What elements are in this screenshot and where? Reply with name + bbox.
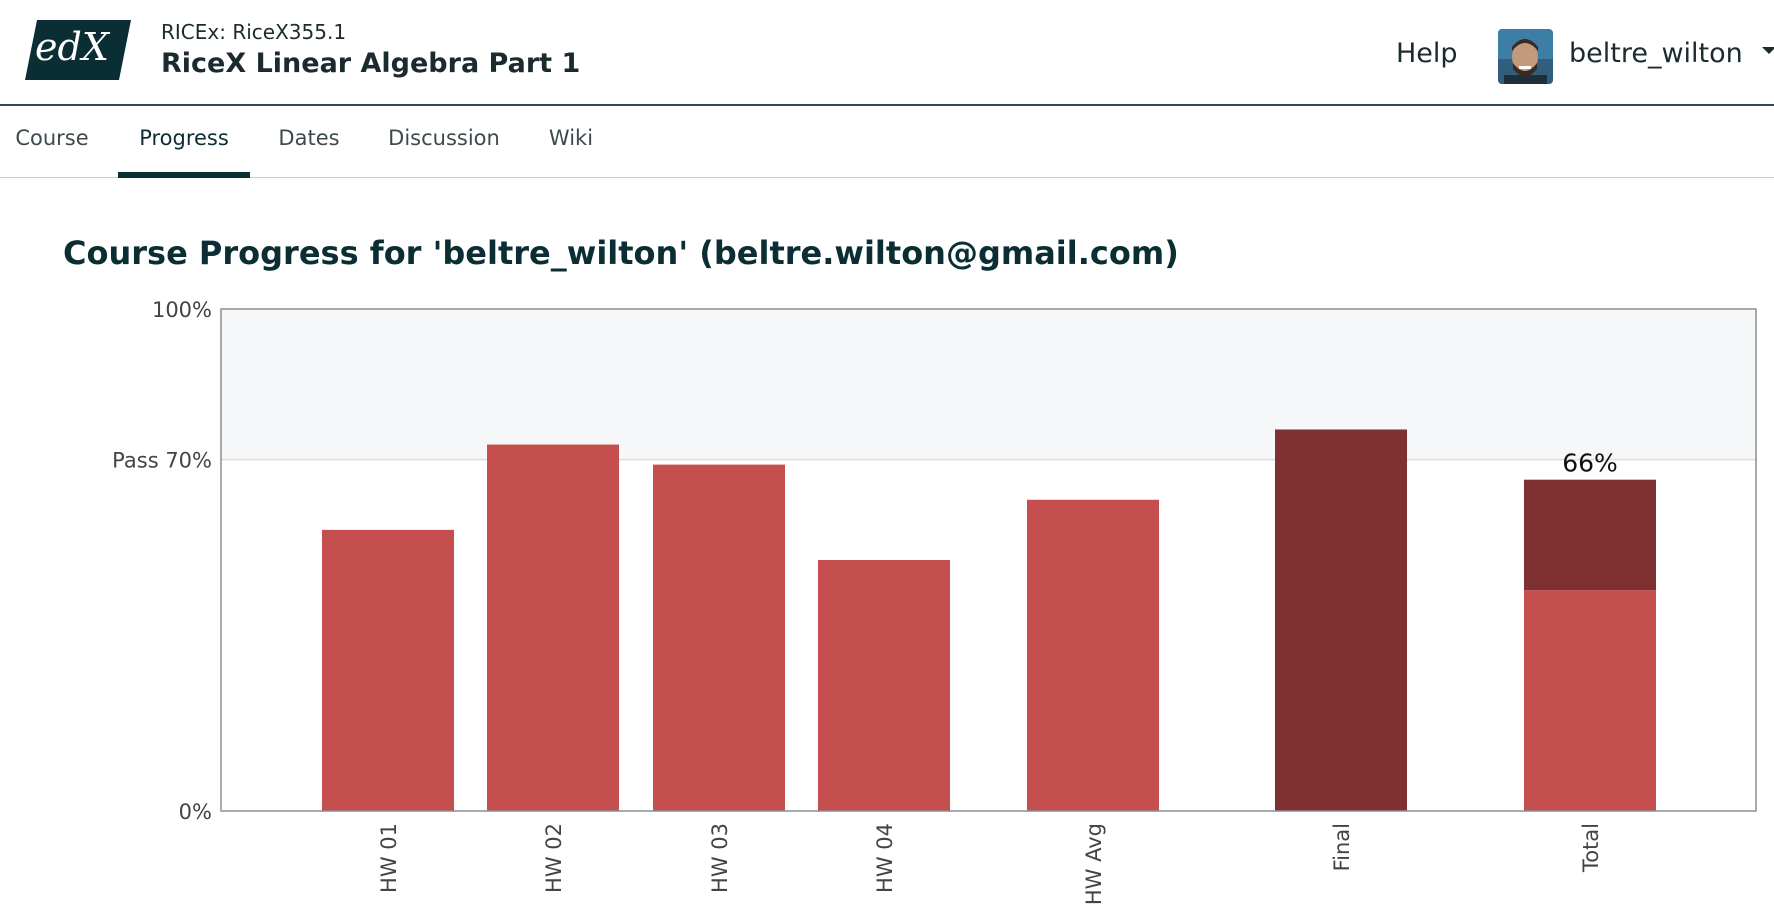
tab-course[interactable]: Course [0,106,104,178]
help-link[interactable]: Help [1396,38,1458,69]
edx-logo[interactable]: edX [25,20,131,80]
y-tick-label: Pass 70% [112,449,212,473]
chevron-down-icon[interactable] [1762,47,1774,54]
course-title: RiceX Linear Algebra Part 1 [161,48,581,79]
course-tabs: Course Progress Dates Discussion Wiki [0,106,1774,178]
tab-dates[interactable]: Dates [266,106,352,178]
avatar[interactable] [1498,29,1553,84]
x-tick-label-final: Final [1330,823,1354,871]
site-header: edX RICEx: RiceX355.1 RiceX Linear Algeb… [0,0,1774,106]
x-tick-label-hw-03: HW 03 [708,823,732,893]
x-tick-label-hw-avg: HW Avg [1082,823,1106,905]
bar-hw-01 [322,529,454,811]
bar-hw-02 [487,444,619,811]
y-tick-label: 100% [152,298,212,322]
x-tick-label-hw-02: HW 02 [542,823,566,893]
plot-area-above-pass [221,309,1756,460]
bar-hw-03 [653,464,785,811]
tab-wiki[interactable]: Wiki [536,106,606,178]
x-tick-label-hw-01: HW 01 [377,823,401,893]
tab-discussion[interactable]: Discussion [376,106,512,178]
x-tick-label-hw-04: HW 04 [873,823,897,893]
y-tick-label: 0% [179,800,212,824]
bar-final [1275,429,1407,811]
x-tick-label-total: Total [1579,823,1603,873]
bar-hw-04 [818,560,950,811]
course-org-line: RICEx: RiceX355.1 [161,20,347,44]
page-title: Course Progress for 'beltre_wilton' (bel… [63,234,1179,272]
tab-progress[interactable]: Progress [118,106,250,178]
bar-total-final [1524,479,1656,591]
bar-hw-avg [1027,499,1159,811]
progress-chart: 100% Pass 70% 0% HW 01 HW 02 HW 03 HW 04 HW Av… [112,298,1757,905]
bar-total-homework [1524,590,1656,811]
total-value-label: 66% [1562,449,1618,478]
username[interactable]: beltre_wilton [1569,38,1743,69]
logo-text: edX [35,25,111,69]
